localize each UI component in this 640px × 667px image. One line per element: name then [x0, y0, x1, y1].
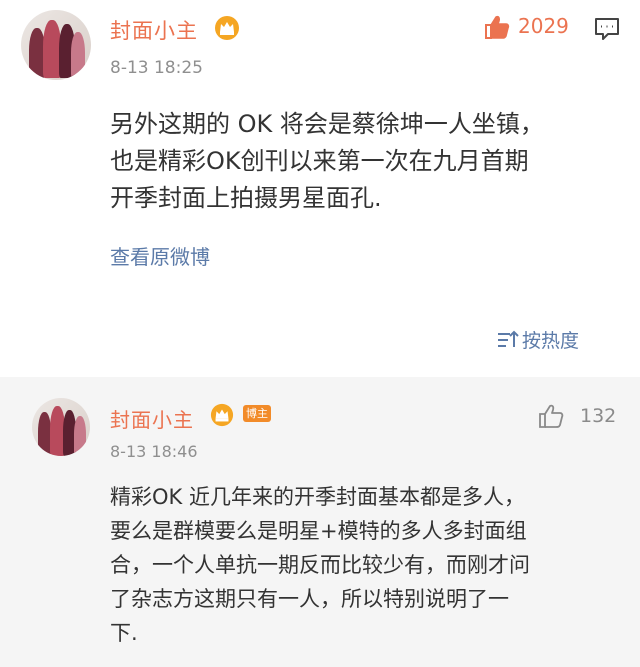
thumbs-up-icon[interactable] [483, 13, 511, 41]
content-line: 要么是群模要么是明星+模特的多人多封面组 [110, 519, 527, 543]
post-content: 另外这期的 OK 将会是蔡徐坤一人坐镇， 也是精彩OK创刊以来第一次在九月首期 … [110, 106, 544, 217]
content-line: 另外这期的 OK 将会是蔡徐坤一人坐镇， [110, 110, 544, 138]
crown-icon [210, 403, 234, 427]
author-name[interactable]: 封面小主 [110, 15, 198, 45]
comment-author-name[interactable]: 封面小主 [110, 404, 194, 433]
post-timestamp: 8-13 18:25 [110, 58, 203, 78]
view-original-link[interactable]: 查看原微博 [110, 241, 210, 270]
sort-icon [498, 330, 519, 347]
crown-icon [215, 16, 239, 40]
content-line: 精彩OK 近几年来的开季封面基本都是多人， [110, 485, 525, 509]
comment-avatar[interactable] [32, 398, 90, 456]
author-badge: 博主 [243, 405, 271, 422]
comment-content: 精彩OK 近几年来的开季封面基本都是多人， 要么是群模要么是明星+模特的多人多封… [110, 480, 530, 650]
content-line: 开季封面上拍摄男星面孔. [110, 184, 382, 212]
comment-icon[interactable] [594, 16, 620, 42]
sort-by-hot-button[interactable]: 按热度 [497, 326, 579, 353]
content-line: 下. [110, 621, 138, 645]
content-line: 了杂志方这期只有一人，所以特别说明了一 [110, 587, 509, 611]
thumbs-up-icon[interactable] [537, 402, 565, 430]
comment-timestamp: 8-13 18:46 [110, 442, 198, 461]
content-line: 合，一个人单抗一期反而比较少有，而刚才问 [110, 553, 530, 577]
like-count[interactable]: 2029 [518, 14, 569, 38]
avatar[interactable] [21, 10, 91, 80]
content-line: 也是精彩OK创刊以来第一次在九月首期 [110, 147, 529, 175]
sort-label: 按热度 [522, 330, 580, 352]
comment-like-count[interactable]: 132 [580, 405, 616, 427]
